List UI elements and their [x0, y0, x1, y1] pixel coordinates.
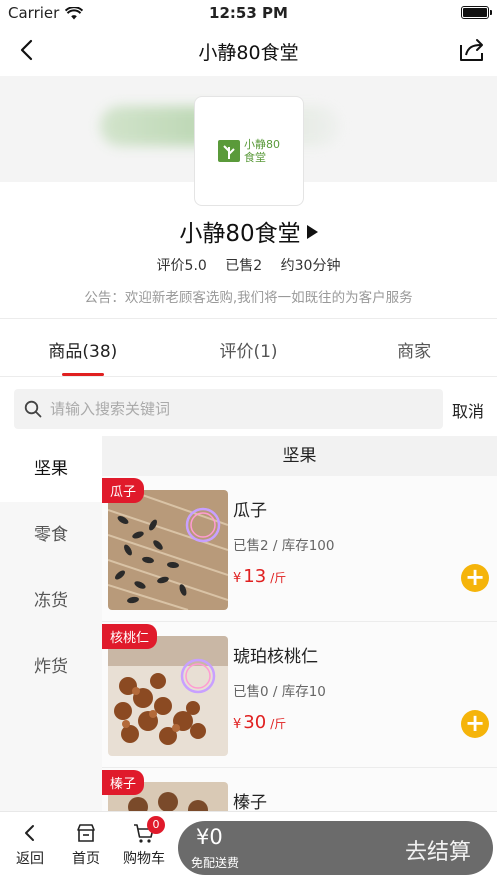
back-label: 返回 [16, 851, 44, 867]
list-item[interactable]: 榛子 榛子 [102, 768, 497, 811]
cart-count-badge: 0 [147, 816, 165, 834]
product-price: ¥13/斤 [233, 566, 286, 587]
category-frozen[interactable]: 冻货 [0, 568, 102, 634]
product-name: 瓜子 [233, 501, 267, 521]
cart-total: ¥0 [196, 825, 223, 849]
product-tag: 核桃仁 [102, 624, 158, 649]
currency-symbol: ¥ [233, 717, 242, 732]
shop-notice: 公告：欢迎新老顾客选购,我们将一如既往的为客户服务 [84, 290, 413, 306]
price-unit: /斤 [270, 717, 287, 731]
product-list: 坚果 瓜子 瓜子 已售2 / 库存100 ¥ 13 /斤 + 核桃仁 琥珀核桃仁… [102, 436, 497, 811]
tab-products[interactable]: 商品(38) [0, 320, 166, 376]
cancel-button[interactable]: 取消 [452, 398, 484, 422]
category-nuts[interactable]: 坚果 [0, 436, 102, 502]
tab-merchant[interactable]: 商家 [331, 320, 497, 376]
status-time: 12:53 PM [209, 4, 288, 22]
status-bar: Carrier 12:53 PM [0, 0, 497, 26]
logo-text-line2: 食堂 [244, 151, 266, 164]
cart-label: 购物车 [123, 851, 165, 867]
search-icon [24, 400, 42, 418]
nav-bar: 小静80食堂 [0, 26, 497, 76]
search-input[interactable] [50, 400, 410, 418]
store-icon [77, 824, 95, 842]
shop-logo: 小静80 食堂 [194, 96, 304, 206]
battery-icon [461, 6, 492, 19]
product-image-walnut [108, 636, 228, 756]
divider [0, 318, 497, 319]
shop-name-label: 小静80食堂 [179, 221, 301, 247]
shop-stats: 评价5.0 已售2 约30分钟 [0, 255, 497, 275]
back-arrow-icon [25, 825, 34, 841]
play-arrow-icon [306, 225, 318, 239]
product-meta: 已售2 / 库存100 [233, 538, 335, 554]
product-tag: 瓜子 [102, 478, 145, 503]
share-icon[interactable] [457, 36, 487, 64]
list-item[interactable]: 核桃仁 琥珀核桃仁 已售0 / 库存10 ¥30/斤 + [102, 622, 497, 768]
home-label: 首页 [72, 851, 100, 867]
product-image-sunflower-seeds [108, 490, 228, 610]
list-category-header: 坚果 [102, 436, 497, 476]
page-title: 小静80食堂 [198, 42, 299, 64]
cart-button[interactable]: 0 购物车 [120, 816, 168, 868]
shop-rating: 评价5.0 [156, 258, 207, 274]
logo-text-line1: 小静80 [244, 138, 280, 151]
checkout-button[interactable]: 去结算 [405, 834, 471, 866]
bottom-bar: 返回 首页 0 购物车 ¥0 免配送费 去结算 [0, 811, 497, 883]
price-value: 30 [243, 712, 267, 733]
shop-name[interactable]: 小静80食堂 [0, 214, 497, 248]
add-to-cart-button[interactable]: + [461, 564, 489, 592]
price-value: 13 [243, 566, 267, 587]
product-name: 榛子 [233, 793, 267, 811]
add-to-cart-button[interactable]: + [461, 710, 489, 738]
currency-symbol: ¥ [233, 571, 242, 586]
tab-bar: 商品(38) 评价(1) 商家 [0, 320, 497, 376]
search-box [14, 389, 443, 429]
category-sidebar: 坚果 零食 冻货 炸货 [0, 436, 102, 811]
leaf-icon [218, 140, 240, 162]
free-delivery-label: 免配送费 [191, 856, 240, 870]
product-price: ¥30/斤 [233, 712, 286, 733]
product-meta: 已售0 / 库存10 [233, 684, 326, 700]
category-snacks[interactable]: 零食 [0, 502, 102, 568]
back-button[interactable]: 返回 [6, 822, 54, 868]
shop-eta: 约30分钟 [280, 258, 341, 274]
list-item[interactable]: 瓜子 瓜子 已售2 / 库存100 ¥13/斤 + [102, 476, 497, 622]
divider [0, 376, 497, 377]
shop-sold: 已售2 [225, 258, 263, 274]
home-button[interactable]: 首页 [62, 822, 110, 868]
tab-reviews[interactable]: 评价(1) [166, 320, 332, 376]
price-unit: /斤 [270, 571, 287, 585]
product-name: 琥珀核桃仁 [233, 647, 318, 667]
cart-summary-bar: ¥0 免配送费 去结算 [178, 821, 493, 875]
category-fried[interactable]: 炸货 [0, 634, 102, 700]
product-tag: 榛子 [102, 770, 145, 795]
